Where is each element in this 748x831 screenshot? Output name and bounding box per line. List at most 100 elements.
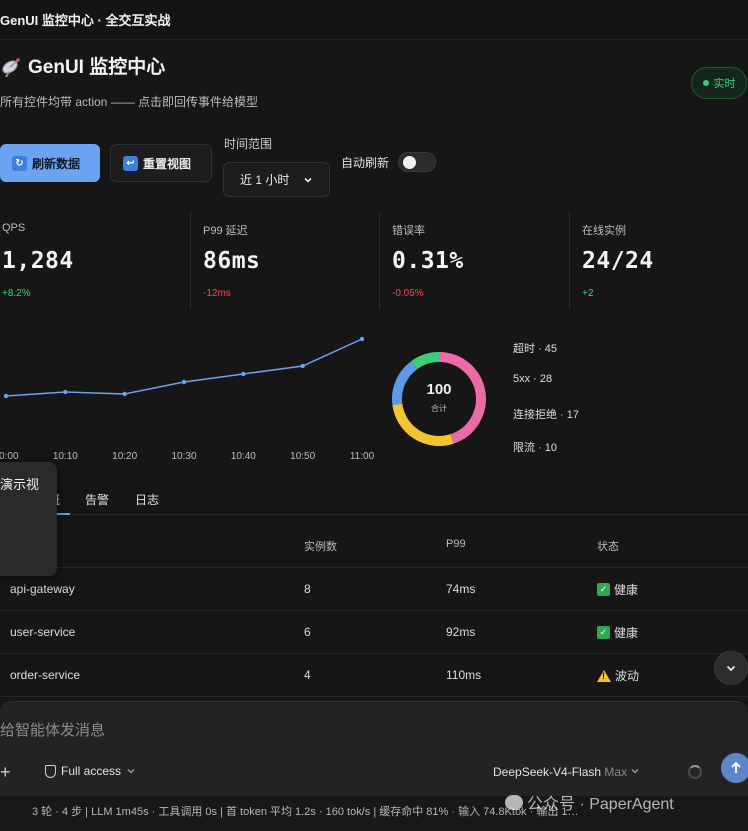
kpi-divider bbox=[569, 212, 570, 310]
scroll-down-button[interactable] bbox=[714, 651, 748, 685]
check-icon: ✓ bbox=[597, 626, 610, 639]
kpi-label: QPS bbox=[2, 222, 26, 234]
x-tick-label: 10:40 bbox=[231, 451, 256, 462]
donut-slice bbox=[392, 360, 418, 405]
message-input[interactable]: 给智能体发消息 bbox=[0, 719, 105, 740]
model-selector[interactable]: DeepSeek-V4-Flash Max bbox=[493, 765, 640, 779]
arrow-up-icon bbox=[731, 761, 741, 773]
legend-item: 5xx · 28 bbox=[513, 373, 553, 385]
tab-logs[interactable]: 日志 bbox=[135, 491, 159, 508]
check-icon: ✓ bbox=[597, 583, 610, 596]
legend-item: 超时 · 45 bbox=[513, 343, 558, 355]
message-composer bbox=[0, 701, 748, 796]
chevron-down-icon bbox=[304, 177, 312, 183]
kpi-value: 0.31% bbox=[392, 248, 464, 274]
kpi-value: 1,284 bbox=[2, 248, 74, 274]
model-name: DeepSeek-V4-Flash bbox=[493, 765, 602, 779]
row-divider bbox=[0, 610, 748, 611]
kpi-delta: -0.05% bbox=[392, 288, 424, 299]
cell-p99: 74ms bbox=[446, 582, 476, 596]
data-point bbox=[122, 391, 127, 397]
cell-service: user-service bbox=[10, 625, 76, 639]
refresh-button[interactable]: ↻ 刷新数据 bbox=[0, 144, 100, 182]
kpi-card-error-rate: 错误率 0.31% -0.05% bbox=[390, 212, 576, 310]
kpi-divider bbox=[379, 212, 380, 310]
kpi-card-qps: QPS 1,284 +8.2% bbox=[0, 212, 186, 310]
auto-refresh-label: 自动刷新 bbox=[341, 156, 390, 170]
shield-icon bbox=[45, 764, 56, 778]
cell-status: ✓ 健康 bbox=[597, 581, 638, 598]
page-title-text: GenUI 监控中心 bbox=[28, 57, 166, 78]
tab-alerts[interactable]: 告警 bbox=[85, 491, 109, 508]
qps-line-chart: 10:00 10:10 10:20 10:30 10:40 10:50 11:00 bbox=[0, 336, 375, 462]
return-arrow-icon: ↩ bbox=[123, 155, 138, 171]
data-point bbox=[63, 389, 68, 395]
reset-view-button-label: 重置视图 bbox=[143, 156, 192, 171]
watermark: 公众号 · PaperAgent bbox=[505, 790, 674, 814]
donut-slice bbox=[411, 352, 440, 370]
data-point bbox=[181, 379, 187, 385]
kpi-value: 24/24 bbox=[582, 248, 654, 274]
row-divider bbox=[0, 696, 748, 697]
chevron-down-icon bbox=[127, 769, 135, 774]
loading-spinner-icon bbox=[688, 765, 702, 779]
access-mode-label: Full access bbox=[61, 764, 122, 778]
kpi-label: 错误率 bbox=[392, 225, 425, 237]
auto-refresh-toggle[interactable] bbox=[398, 152, 436, 172]
cell-instances: 4 bbox=[304, 668, 311, 682]
data-point bbox=[300, 363, 305, 369]
toggle-knob bbox=[403, 156, 416, 169]
chevron-down-icon bbox=[726, 665, 736, 672]
live-dot-icon bbox=[702, 80, 709, 86]
x-tick-label: 10:20 bbox=[112, 451, 137, 462]
time-range-value: 近 1 小时 bbox=[240, 173, 290, 187]
status-text: 健康 bbox=[614, 583, 639, 597]
cell-p99: 110ms bbox=[446, 668, 482, 682]
kpi-card-p99: P99 延迟 86ms -12ms bbox=[201, 212, 387, 310]
cell-instances: 6 bbox=[304, 625, 311, 639]
legend-item: 连接拒绝 · 17 bbox=[513, 409, 580, 421]
live-badge: 实时 bbox=[691, 67, 747, 99]
legend-item: 限流 · 10 bbox=[513, 442, 558, 454]
donut-total: 100 bbox=[426, 381, 452, 398]
column-header-p99: P99 bbox=[446, 538, 466, 550]
access-mode-button[interactable]: Full access bbox=[45, 764, 136, 778]
donut-total-label: 合计 bbox=[431, 404, 447, 413]
cell-service: api-gateway bbox=[10, 582, 75, 596]
wechat-icon bbox=[505, 794, 523, 810]
kpi-label: 在线实例 bbox=[582, 225, 626, 237]
page-subtitle: 所有控件均带 action —— 点击即回传事件给模型 bbox=[0, 95, 259, 109]
kpi-card-instances: 在线实例 24/24 +2 bbox=[580, 212, 748, 310]
row-divider bbox=[0, 653, 748, 654]
error-donut-chart bbox=[392, 352, 486, 446]
cell-instances: 8 bbox=[304, 582, 311, 596]
add-attachment-icon[interactable]: + bbox=[0, 762, 11, 783]
popover-text: 演示视 bbox=[0, 477, 40, 492]
status-bar-text: 3 轮 · 4 步 | LLM 1m45s · 工具调用 0s | 首 toke… bbox=[32, 806, 579, 818]
reset-view-button[interactable]: ↩ 重置视图 bbox=[110, 144, 212, 182]
kpi-delta: +8.2% bbox=[2, 288, 31, 299]
model-tier: Max bbox=[604, 765, 628, 779]
status-text: 波动 bbox=[615, 669, 640, 683]
kpi-delta: +2 bbox=[582, 288, 594, 299]
kpi-divider bbox=[190, 212, 191, 310]
kpi-delta: -12ms bbox=[203, 288, 231, 299]
row-divider bbox=[0, 567, 748, 568]
time-range-select[interactable]: 近 1 小时 bbox=[223, 162, 330, 197]
x-tick-label: 11:00 bbox=[350, 451, 375, 462]
send-button[interactable] bbox=[721, 753, 748, 783]
x-tick-label: 10:30 bbox=[171, 451, 196, 462]
column-header-status: 状态 bbox=[597, 541, 619, 553]
status-text: 健康 bbox=[614, 626, 639, 640]
warning-icon bbox=[597, 669, 611, 682]
cell-p99: 92ms bbox=[446, 625, 476, 639]
satellite-antenna-icon bbox=[2, 57, 20, 78]
refresh-icon: ↻ bbox=[12, 155, 27, 171]
cell-status: 波动 bbox=[597, 667, 639, 684]
cell-service: order-service bbox=[10, 668, 81, 682]
time-range-label: 时间范围 bbox=[224, 137, 273, 151]
x-tick-label: 10:10 bbox=[53, 451, 78, 462]
chevron-down-icon bbox=[631, 769, 639, 774]
tabs-divider bbox=[0, 514, 748, 515]
demo-popover[interactable]: 演示视 bbox=[0, 462, 57, 576]
